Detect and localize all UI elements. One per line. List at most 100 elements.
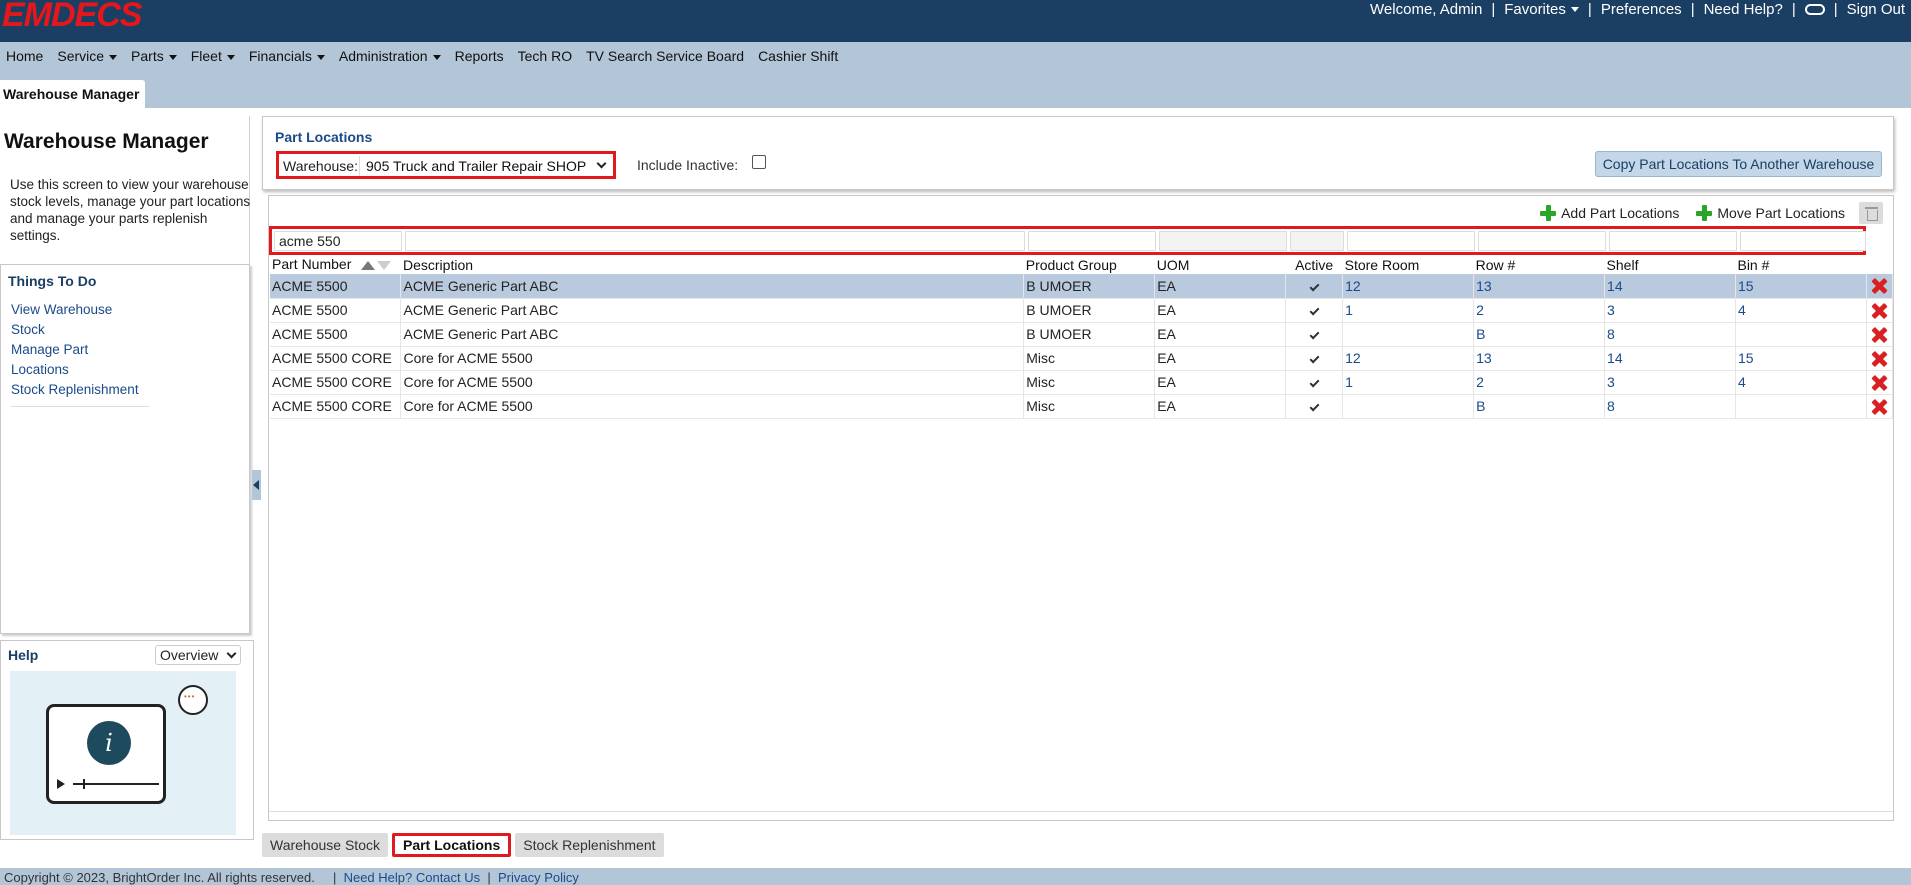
col-part-number[interactable]: Part Number xyxy=(270,255,401,274)
delete-icon[interactable] xyxy=(1871,303,1887,319)
nav-home[interactable]: Home xyxy=(0,48,50,64)
filter-uom[interactable] xyxy=(1159,231,1287,251)
col-description[interactable]: Description xyxy=(401,255,1024,274)
nav-parts[interactable]: Parts xyxy=(124,48,184,64)
col-shelf[interactable]: Shelf xyxy=(1605,255,1736,274)
filter-description[interactable] xyxy=(405,231,1025,251)
cell-shelf[interactable]: 14 xyxy=(1604,346,1736,371)
nav-cashier-shift[interactable]: Cashier Shift xyxy=(751,48,845,64)
nav-service[interactable]: Service xyxy=(50,48,124,64)
table-row[interactable]: ACME 5500 ACME Generic Part ABC B UMOER … xyxy=(270,322,1894,347)
nav-financials[interactable]: Financials xyxy=(242,48,332,64)
cell-row[interactable]: 13 xyxy=(1473,346,1606,371)
cell-description: ACME Generic Part ABC xyxy=(400,274,1025,299)
privacy-policy-link[interactable]: Privacy Policy xyxy=(498,870,579,885)
trash-icon[interactable] xyxy=(1859,202,1883,224)
cell-row[interactable]: 2 xyxy=(1473,298,1606,323)
include-inactive-checkbox[interactable] xyxy=(752,155,766,169)
need-help-link[interactable]: Need Help? xyxy=(1704,1,1783,18)
cell-store-room[interactable]: 1 xyxy=(1342,370,1475,395)
cell-part-number: ACME 5500 CORE xyxy=(270,346,402,371)
separator: | xyxy=(1791,0,1796,18)
move-part-locations-button[interactable]: Move Part Locations xyxy=(1696,205,1845,221)
help-video-thumbnail[interactable]: i xyxy=(10,671,236,835)
filter-shelf[interactable] xyxy=(1609,231,1737,251)
col-product-group[interactable]: Product Group xyxy=(1024,255,1155,274)
col-uom[interactable]: UOM xyxy=(1155,255,1286,274)
things-to-do-title: Things To Do xyxy=(8,273,97,289)
table-row[interactable]: ACME 5500 CORE Core for ACME 5500 Misc E… xyxy=(270,394,1894,419)
col-row[interactable]: Row # xyxy=(1474,255,1605,274)
filter-bin[interactable] xyxy=(1740,231,1866,251)
filter-store-room[interactable] xyxy=(1347,231,1475,251)
cell-store-room[interactable]: 12 xyxy=(1342,346,1475,371)
table-row[interactable]: ACME 5500 CORE Core for ACME 5500 Misc E… xyxy=(270,370,1894,395)
nav-reports[interactable]: Reports xyxy=(448,48,511,64)
nav-tech-ro[interactable]: Tech RO xyxy=(511,48,579,64)
sort-icon[interactable] xyxy=(361,257,392,273)
delete-icon[interactable] xyxy=(1871,278,1887,294)
delete-icon[interactable] xyxy=(1871,375,1887,391)
chat-icon[interactable] xyxy=(1804,3,1825,15)
delete-icon[interactable] xyxy=(1871,399,1887,415)
cell-row[interactable]: B xyxy=(1473,394,1606,419)
cell-bin[interactable]: 15 xyxy=(1735,274,1867,299)
tab-part-locations[interactable]: Part Locations xyxy=(391,833,512,857)
link-manage-part-locations[interactable]: Manage Part Locations xyxy=(11,340,149,380)
delete-icon[interactable] xyxy=(1871,327,1887,343)
cell-store-room[interactable] xyxy=(1342,322,1475,347)
cell-bin[interactable] xyxy=(1735,394,1867,419)
col-bin[interactable]: Bin # xyxy=(1735,255,1866,274)
add-part-locations-button[interactable]: Add Part Locations xyxy=(1540,205,1679,221)
cell-shelf[interactable]: 14 xyxy=(1604,274,1736,299)
warehouse-select[interactable]: 905 Truck and Trailer Repair SHOP xyxy=(359,156,611,176)
nav-administration-label: Administration xyxy=(338,48,428,64)
filter-product-group[interactable] xyxy=(1028,231,1156,251)
copy-part-locations-button[interactable]: Copy Part Locations To Another Warehouse xyxy=(1595,151,1882,177)
help-topic-select[interactable]: Overview xyxy=(155,645,241,665)
help-title: Help xyxy=(8,647,39,663)
cell-bin[interactable]: 4 xyxy=(1735,298,1867,323)
cell-bin[interactable] xyxy=(1735,322,1867,347)
col-store-room[interactable]: Store Room xyxy=(1343,255,1474,274)
cell-delete xyxy=(1866,274,1894,299)
cell-store-room[interactable]: 12 xyxy=(1342,274,1475,299)
nav-fleet-label: Fleet xyxy=(190,48,222,64)
filter-part-number[interactable]: acme 550 xyxy=(274,231,402,251)
sign-out-link[interactable]: Sign Out xyxy=(1847,1,1905,18)
link-view-warehouse-stock[interactable]: View Warehouse Stock xyxy=(11,300,149,340)
cell-bin[interactable]: 4 xyxy=(1735,370,1867,395)
cell-store-room[interactable] xyxy=(1342,394,1475,419)
emdecs-logo[interactable]: EMDECS xyxy=(2,0,142,32)
favorites-menu[interactable]: Favorites xyxy=(1504,1,1579,18)
nav-administration[interactable]: Administration xyxy=(332,48,448,64)
cell-row[interactable]: 13 xyxy=(1473,274,1606,299)
link-stock-replenishment[interactable]: Stock Replenishment xyxy=(11,380,149,400)
delete-icon[interactable] xyxy=(1871,351,1887,367)
nav-tv-search-service-board[interactable]: TV Search Service Board xyxy=(579,48,751,64)
cell-active xyxy=(1285,298,1344,323)
cell-shelf[interactable]: 3 xyxy=(1604,370,1736,395)
col-active[interactable]: Active xyxy=(1286,255,1343,274)
cell-product-group: B UMOER xyxy=(1023,298,1156,323)
cell-shelf[interactable]: 3 xyxy=(1604,298,1736,323)
table-row[interactable]: ACME 5500 ACME Generic Part ABC B UMOER … xyxy=(270,298,1894,323)
filter-active[interactable] xyxy=(1290,231,1344,251)
nav-fleet[interactable]: Fleet xyxy=(184,48,242,64)
filter-row[interactable] xyxy=(1478,231,1606,251)
cell-row[interactable]: B xyxy=(1473,322,1606,347)
cell-store-room[interactable]: 1 xyxy=(1342,298,1475,323)
table-row[interactable]: ACME 5500 ACME Generic Part ABC B UMOER … xyxy=(270,274,1894,299)
cell-row[interactable]: 2 xyxy=(1473,370,1606,395)
cell-bin[interactable]: 15 xyxy=(1735,346,1867,371)
tab-warehouse-stock[interactable]: Warehouse Stock xyxy=(262,833,388,857)
sidebar-collapse-handle[interactable] xyxy=(252,470,261,500)
table-row[interactable]: ACME 5500 CORE Core for ACME 5500 Misc E… xyxy=(270,346,1894,371)
page-tab-warehouse-manager[interactable]: Warehouse Manager xyxy=(0,80,146,108)
tab-stock-replenishment[interactable]: Stock Replenishment xyxy=(515,833,664,857)
contact-us-link[interactable]: Need Help? Contact Us xyxy=(344,870,481,885)
preferences-link[interactable]: Preferences xyxy=(1601,1,1682,18)
cell-shelf[interactable]: 8 xyxy=(1604,394,1736,419)
chevron-down-icon xyxy=(109,54,118,60)
cell-shelf[interactable]: 8 xyxy=(1604,322,1736,347)
